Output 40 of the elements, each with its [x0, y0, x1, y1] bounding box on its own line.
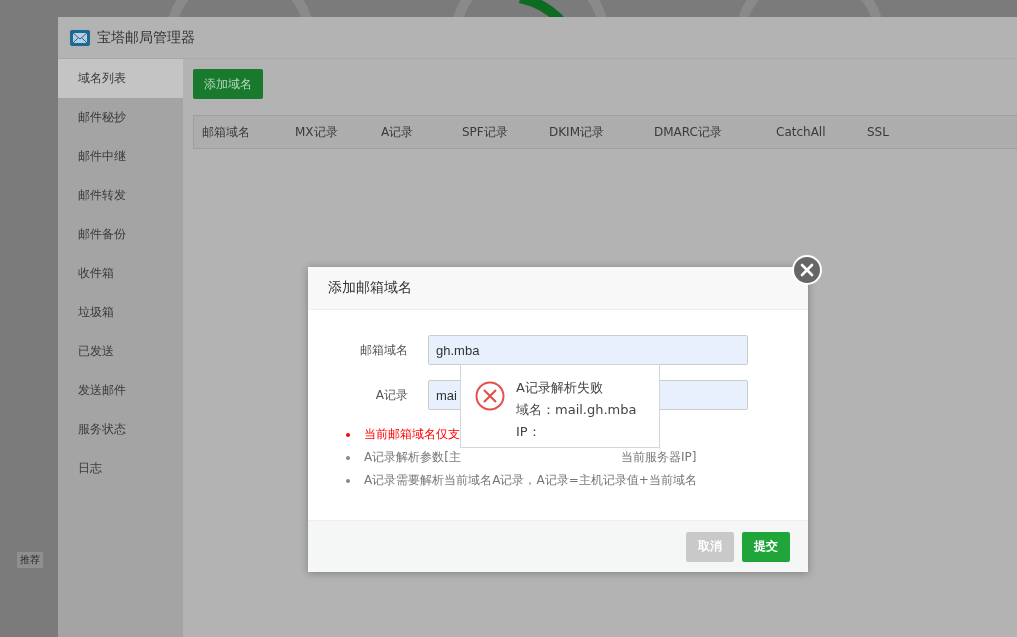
sidebar-item[interactable]: 邮件中继 [58, 137, 183, 176]
bullet-icon [346, 455, 350, 460]
sidebar-item[interactable]: 收件箱 [58, 254, 183, 293]
bullet-icon [346, 478, 350, 483]
column-header: 邮箱域名 [202, 123, 251, 141]
column-header: SPF记录 [462, 123, 509, 141]
note-text: A记录解析参数[主 [364, 449, 461, 466]
add-domain-button[interactable]: 添加域名 [193, 69, 263, 99]
tooltip-line: IP： [516, 423, 542, 441]
error-icon [475, 381, 505, 411]
sidebar-item[interactable]: 发送邮件 [58, 371, 183, 410]
window-title: 宝塔邮局管理器 [97, 28, 195, 47]
sidebar-item[interactable]: 日志 [58, 449, 183, 488]
column-header: SSL [867, 125, 889, 139]
tooltip-line: 域名：mail.gh.mba [516, 401, 637, 419]
dialog-button[interactable]: 提交 [742, 531, 790, 562]
column-header: DMARC记录 [654, 123, 723, 141]
sidebar-item[interactable]: 服务状态 [58, 410, 183, 449]
sidebar-item[interactable]: 垃圾箱 [58, 293, 183, 332]
close-icon [800, 263, 814, 277]
note-text: 当前服务器IP] [620, 449, 697, 466]
column-header: CatchAll [776, 125, 827, 139]
column-header: MX记录 [295, 123, 339, 141]
sidebar-item[interactable]: 邮件备份 [58, 215, 183, 254]
field-label: 邮箱域名 [359, 341, 408, 359]
envelope-icon [70, 29, 90, 46]
sidebar-item[interactable]: 已发送 [58, 332, 183, 371]
note-text: A记录需要解析当前域名A记录，A记录=主机记录值+当前域名 [364, 472, 697, 489]
bullet-icon [346, 432, 350, 437]
tooltip-title: A记录解析失败 [516, 379, 604, 397]
note-text: 当前邮箱域名仅支 [364, 426, 460, 443]
sidebar-item[interactable]: 邮件转发 [58, 176, 183, 215]
column-header: A记录 [381, 123, 415, 141]
sidebar-item[interactable]: 域名列表 [58, 59, 183, 98]
dialog-title: 添加邮箱域名 [328, 279, 412, 297]
column-header: DKIM记录 [549, 123, 605, 141]
input-field[interactable]: gh.mba [428, 335, 748, 365]
sidebar-item[interactable]: 邮件秘抄 [58, 98, 183, 137]
tag-label: 推荐 [17, 552, 43, 568]
field-label: A记录 [374, 386, 408, 404]
